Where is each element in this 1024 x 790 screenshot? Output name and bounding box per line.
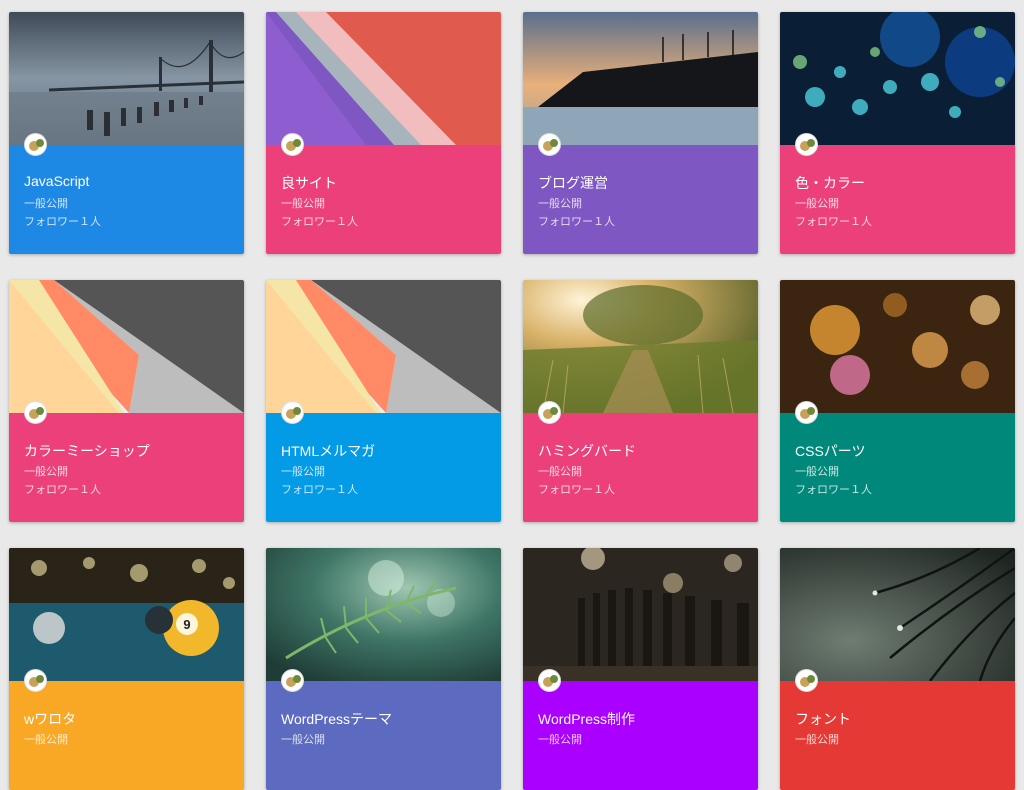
board-cover-image [523,280,758,413]
board-cover-image [266,548,501,681]
owner-avatar[interactable] [538,401,561,424]
board-card-wordpress-theme[interactable]: WordPressテーマ 一般公開 [266,548,501,790]
board-info-panel: WordPressテーマ 一般公開 [266,669,501,790]
board-card-blog-management[interactable]: ブログ運営 一般公開 フォロワー１人 [523,12,758,254]
owner-avatar[interactable] [281,669,304,692]
board-info-panel: 色・カラー 一般公開 フォロワー１人 [780,133,1015,254]
board-info-panel: CSSパーツ 一般公開 フォロワー１人 [780,401,1015,522]
svg-text:9: 9 [183,617,190,632]
board-cover-image [9,12,244,145]
owner-avatar[interactable] [281,133,304,156]
owner-avatar[interactable] [795,401,818,424]
board-cover-image [523,548,758,681]
board-visibility: 一般公開 [538,734,582,746]
board-visibility: 一般公開 [24,466,68,478]
board-visibility: 一般公開 [795,734,839,746]
board-visibility: 一般公開 [281,466,325,478]
board-visibility: 一般公開 [24,734,68,746]
board-cover-image [780,280,1015,413]
board-cover-image [780,12,1015,145]
board-followers: フォロワー１人 [795,484,872,496]
board-visibility: 一般公開 [795,466,839,478]
owner-avatar[interactable] [795,133,818,156]
board-card-good-sites[interactable]: 良サイト 一般公開 フォロワー１人 [266,12,501,254]
owner-avatar[interactable] [538,133,561,156]
board-card-hummingbird[interactable]: ハミングバード 一般公開 フォロワー１人 [523,280,758,522]
board-card-w-warota[interactable]: 9 wワロタ 一般公開 [9,548,244,790]
owner-avatar[interactable] [538,669,561,692]
board-title: CSSパーツ [795,443,866,459]
board-title: WordPress制作 [538,711,635,727]
board-title: ハミングバード [538,443,636,459]
board-visibility: 一般公開 [538,466,582,478]
owner-avatar[interactable] [795,669,818,692]
board-visibility: 一般公開 [538,198,582,210]
owner-avatar[interactable] [281,401,304,424]
board-info-panel: ハミングバード 一般公開 フォロワー１人 [523,401,758,522]
board-cover-image [9,280,244,413]
board-title: 色・カラー [795,175,865,191]
board-title: カラーミーショップ [24,443,150,459]
board-title: JavaScript [24,173,90,189]
collections-grid: JavaScript 一般公開 フォロワー１人 良サイト 一般公開 フォロワー１… [0,0,1024,790]
board-followers: フォロワー１人 [538,216,615,228]
board-info-panel: WordPress制作 一般公開 [523,669,758,790]
board-info-panel: カラーミーショップ 一般公開 フォロワー１人 [9,401,244,522]
board-card-colorme-shop[interactable]: カラーミーショップ 一般公開 フォロワー１人 [9,280,244,522]
board-info-panel: ブログ運営 一般公開 フォロワー１人 [523,133,758,254]
board-cover-image [266,12,501,145]
board-visibility: 一般公開 [795,198,839,210]
board-cover-image [266,280,501,413]
board-info-panel: wワロタ 一般公開 [9,669,244,790]
board-info-panel: HTMLメルマガ 一般公開 フォロワー１人 [266,401,501,522]
board-followers: フォロワー１人 [538,484,615,496]
board-cover-image [780,548,1015,681]
board-title: wワロタ [24,711,77,727]
board-card-wordpress-production[interactable]: WordPress制作 一般公開 [523,548,758,790]
owner-avatar[interactable] [24,401,47,424]
board-info-panel: フォント 一般公開 [780,669,1015,790]
board-followers: フォロワー１人 [281,216,358,228]
board-followers: フォロワー１人 [24,216,101,228]
board-info-panel: 良サイト 一般公開 フォロワー１人 [266,133,501,254]
board-card-css-parts[interactable]: CSSパーツ 一般公開 フォロワー１人 [780,280,1015,522]
board-title: WordPressテーマ [281,711,392,727]
board-title: HTMLメルマガ [281,443,376,459]
board-visibility: 一般公開 [281,198,325,210]
board-visibility: 一般公開 [281,734,325,746]
board-title: ブログ運営 [538,175,608,191]
board-card-javascript[interactable]: JavaScript 一般公開 フォロワー１人 [9,12,244,254]
board-visibility: 一般公開 [24,198,68,210]
board-cover-image [523,12,758,145]
board-followers: フォロワー１人 [795,216,872,228]
board-info-panel: JavaScript 一般公開 フォロワー１人 [9,133,244,254]
board-card-html-newsletter[interactable]: HTMLメルマガ 一般公開 フォロワー１人 [266,280,501,522]
owner-avatar[interactable] [24,133,47,156]
owner-avatar[interactable] [24,669,47,692]
board-followers: フォロワー１人 [24,484,101,496]
board-card-colors[interactable]: 色・カラー 一般公開 フォロワー１人 [780,12,1015,254]
board-card-fonts[interactable]: フォント 一般公開 [780,548,1015,790]
board-cover-image: 9 [9,548,244,681]
board-title: フォント [795,711,851,727]
board-followers: フォロワー１人 [281,484,358,496]
board-title: 良サイト [281,175,337,191]
